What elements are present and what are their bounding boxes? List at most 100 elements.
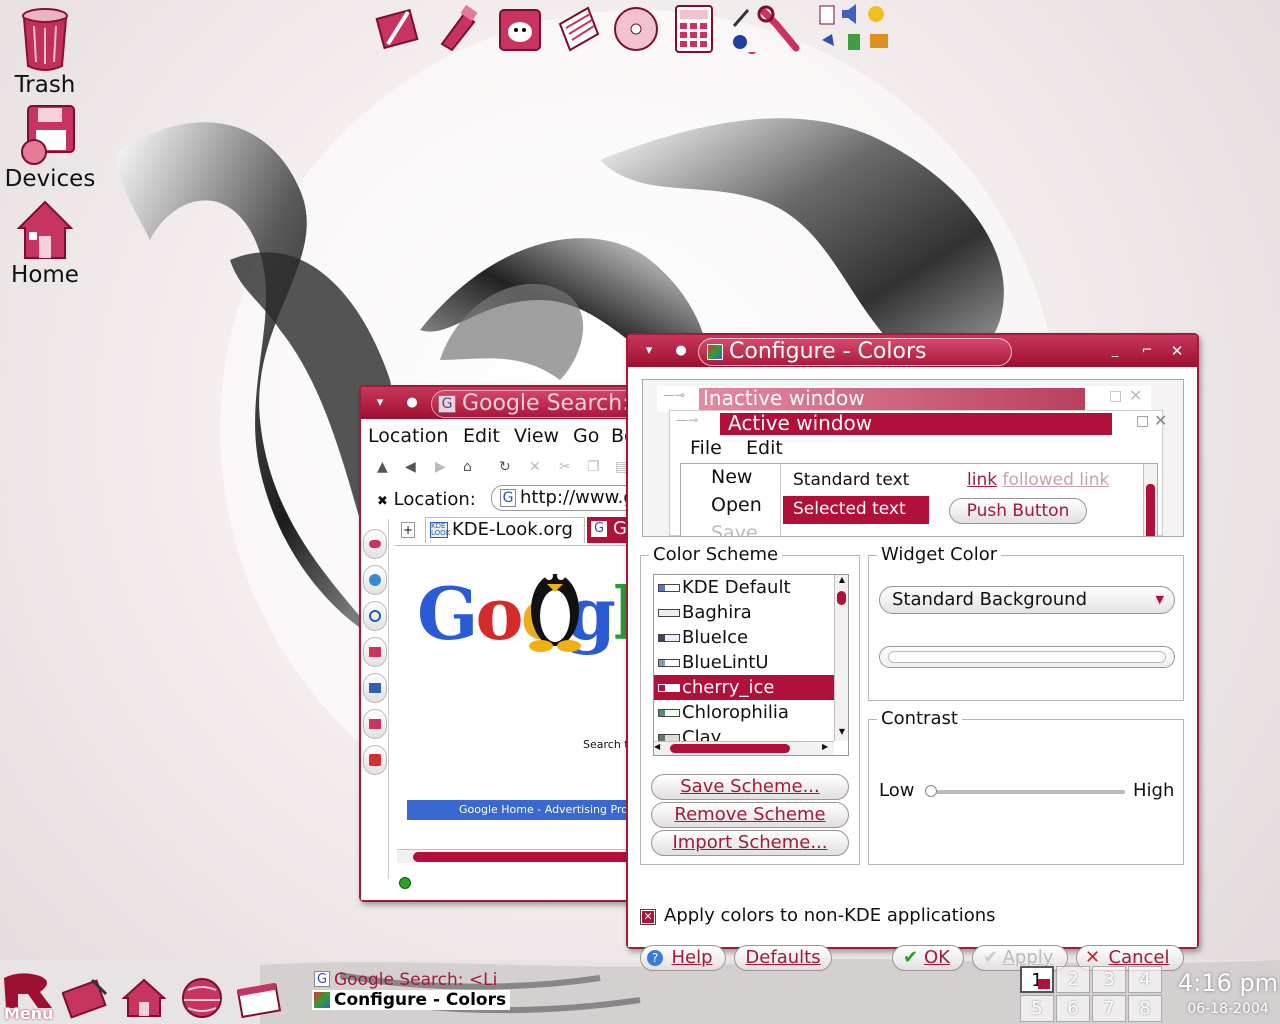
- pager-desktop-1[interactable]: 1: [1020, 966, 1054, 993]
- scheme-item[interactable]: BlueLintU: [654, 650, 848, 675]
- pager-desktop-3[interactable]: 3: [1092, 966, 1126, 993]
- active-window-title: Active window: [720, 413, 1112, 435]
- sidebar-history-icon[interactable]: [363, 601, 387, 631]
- search-hint: Search t: [583, 738, 629, 751]
- widget-color-button[interactable]: [879, 646, 1175, 668]
- preview-menu-edit: Edit: [746, 437, 783, 459]
- scheme-item[interactable]: Chlorophilia: [654, 700, 848, 725]
- google-favicon-icon: G: [438, 395, 456, 413]
- chevron-down-icon: ▼: [1155, 593, 1164, 606]
- clock[interactable]: 4:16 pm 06-18-2004: [1176, 966, 1280, 1018]
- scheme-item[interactable]: KDE Default: [654, 575, 848, 600]
- sidebar-network-icon[interactable]: [363, 673, 387, 703]
- sidebar-apps-icon[interactable]: [363, 565, 387, 595]
- google-footer-links[interactable]: Google Home - Advertising Prog: [407, 800, 659, 820]
- url-text: http://www.g: [520, 487, 635, 508]
- cut-icon[interactable]: ✂: [559, 459, 571, 475]
- window-menu-button[interactable]: ▾: [640, 341, 658, 361]
- color-preview-panel[interactable]: —⊸ Inactive window □ ✕ —⊸ Active window …: [642, 379, 1184, 537]
- settings-wrench-icon[interactable]: [756, 4, 804, 54]
- reload-icon[interactable]: ↻: [499, 459, 511, 475]
- contrast-slider-thumb[interactable]: [925, 785, 937, 797]
- scheme-item-selected[interactable]: cherry_ice: [654, 675, 848, 700]
- cd-icon[interactable]: [612, 4, 660, 54]
- menu-location[interactable]: Location: [368, 425, 448, 447]
- sticky-button[interactable]: ●: [403, 393, 421, 413]
- scheme-item[interactable]: Baghira: [654, 600, 848, 625]
- location-clear-icon[interactable]: ✖: [377, 494, 388, 509]
- google-favicon-icon: G: [500, 489, 516, 507]
- taskbar-item-google[interactable]: G Google Search: <Li: [312, 970, 510, 990]
- scheme-list-hscroll[interactable]: ◀ ▶: [654, 741, 834, 755]
- preview-maximize-icon: □: [1109, 388, 1123, 404]
- dialog-titlebar[interactable]: ▾ ● Configure - Colors _ ⌐ ✕: [628, 335, 1197, 367]
- pager-desktop-2[interactable]: 2: [1056, 966, 1090, 993]
- k-menu-button[interactable]: Menu: [0, 970, 56, 1024]
- preview-scrollbar: [1143, 464, 1157, 536]
- menu-go[interactable]: Go: [573, 425, 599, 447]
- widget-color-select[interactable]: Standard Background ▼: [879, 586, 1175, 614]
- save-scheme-button[interactable]: Save Scheme...: [651, 774, 849, 800]
- menu-view[interactable]: View: [514, 425, 559, 447]
- pager-desktop-7[interactable]: 7: [1092, 995, 1126, 1022]
- window-menu-button[interactable]: ▾: [371, 393, 389, 413]
- web-browser-icon[interactable]: [178, 976, 226, 1020]
- home-nav-icon[interactable]: ⌂: [463, 459, 472, 475]
- desktop-icon-home[interactable]: Home: [0, 198, 95, 288]
- close-button[interactable]: ✕: [1168, 341, 1186, 361]
- clock-date: 06-18-2004: [1187, 1001, 1269, 1017]
- up-icon[interactable]: ▲: [377, 459, 388, 475]
- desktop-icon-label: Devices: [4, 166, 96, 192]
- import-scheme-button[interactable]: Import Scheme...: [651, 830, 849, 856]
- preview-link: link: [967, 470, 998, 490]
- remove-scheme-button[interactable]: Remove Scheme: [651, 802, 849, 828]
- sticky-button[interactable]: ●: [672, 341, 690, 361]
- graphics-icon[interactable]: [374, 4, 422, 54]
- sidebar-bookmarks-icon[interactable]: [363, 529, 387, 559]
- desktop-icon-devices[interactable]: Devices: [0, 104, 100, 192]
- horizontal-scrollbar[interactable]: [397, 849, 663, 863]
- menu-edit[interactable]: Edit: [463, 425, 500, 447]
- preview-close-icon: ✕: [1129, 386, 1143, 405]
- contrast-slider[interactable]: [925, 785, 1125, 797]
- window-list-icon[interactable]: [236, 976, 284, 1020]
- maximize-button[interactable]: ⌐: [1138, 341, 1156, 361]
- scheme-item[interactable]: BlueIce: [654, 625, 848, 650]
- pager-desktop-8[interactable]: 8: [1128, 995, 1162, 1022]
- sidebar-services-icon[interactable]: [363, 745, 387, 775]
- pager-desktop-4[interactable]: 4: [1128, 966, 1162, 993]
- home-folder-icon[interactable]: [120, 976, 168, 1020]
- paint-icon[interactable]: [434, 4, 482, 54]
- back-icon[interactable]: ◀: [405, 459, 416, 475]
- minimize-button[interactable]: _: [1106, 341, 1124, 361]
- pager-desktop-6[interactable]: 6: [1056, 995, 1090, 1022]
- desktop-icon-label: Home: [11, 262, 79, 288]
- applets-icon[interactable]: [814, 4, 888, 54]
- sidebar-folder-icon[interactable]: [363, 709, 387, 739]
- forward-icon[interactable]: ▶: [435, 459, 446, 475]
- location-label: ✖ Location:: [377, 489, 476, 510]
- gimp-icon[interactable]: [496, 4, 544, 54]
- contrast-title: Contrast: [877, 708, 962, 729]
- sidebar-home-icon[interactable]: [363, 637, 387, 667]
- copy-icon[interactable]: ❐: [587, 459, 600, 475]
- stop-icon[interactable]: ✕: [529, 459, 541, 475]
- apply-non-kde-checkbox[interactable]: ✕: [640, 909, 656, 925]
- desktop-icon-trash[interactable]: Trash: [0, 6, 95, 98]
- scheme-list[interactable]: KDE Default Baghira BlueIce BlueLintU ch…: [653, 574, 849, 756]
- inactive-window-title: Inactive window: [699, 388, 1085, 410]
- pen-tablet-icon[interactable]: [61, 976, 110, 1020]
- tux-penguin-icon: [529, 572, 581, 652]
- dialog-title-text: Configure - Colors: [729, 339, 927, 364]
- browser-titlebar[interactable]: ▾ ● G Google Search: <Li: [361, 387, 671, 419]
- tab-kde-look[interactable]: KDE LOOK KDE-Look.org: [425, 517, 585, 543]
- scheme-list-vscroll[interactable]: ▲ ▼: [834, 575, 848, 741]
- document-icon[interactable]: [554, 4, 602, 54]
- menu-label: Menu: [4, 1004, 54, 1023]
- preview-close-icon: ✕: [1154, 411, 1168, 430]
- pager-desktop-5[interactable]: 5: [1020, 995, 1054, 1022]
- apply-non-kde-label: Apply colors to non-KDE applications: [664, 905, 996, 926]
- new-tab-icon[interactable]: +: [401, 522, 415, 538]
- calculator-icon[interactable]: [670, 4, 718, 54]
- taskbar-item-configure[interactable]: Configure - Colors: [312, 990, 510, 1010]
